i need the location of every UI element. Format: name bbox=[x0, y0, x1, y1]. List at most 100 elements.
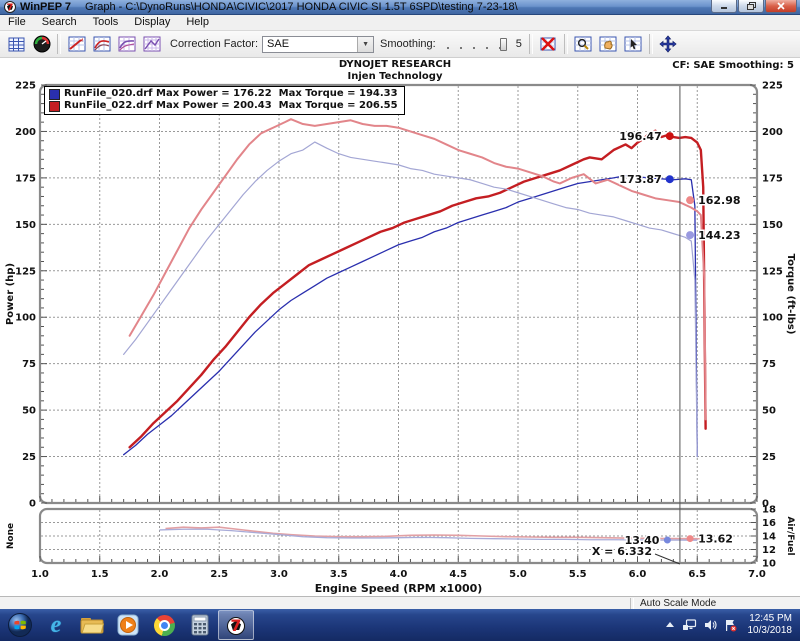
taskbar-chrome[interactable] bbox=[146, 610, 182, 640]
graph-power-icon bbox=[68, 36, 86, 52]
zoom-graph-icon bbox=[574, 36, 592, 52]
toolbar: Correction Factor: SAE ▼ Smoothing: 5 bbox=[0, 31, 800, 58]
network-icon[interactable] bbox=[682, 619, 697, 631]
close-button[interactable] bbox=[765, 0, 797, 13]
clear-graph-button[interactable] bbox=[536, 32, 561, 56]
pan-graph-button[interactable] bbox=[596, 32, 621, 56]
marker-label: 144.23 bbox=[698, 229, 740, 242]
torque-tick-label: 100 bbox=[762, 313, 783, 324]
dyno-chart-svg: 196.47173.87162.98144.2313.4013.62X = 6.… bbox=[0, 58, 800, 596]
power-tick-label: 75 bbox=[22, 359, 36, 370]
smoothing-label: Smoothing: bbox=[380, 38, 436, 50]
rpm-tick-label: 3.5 bbox=[330, 569, 348, 580]
taskbar-calculator[interactable] bbox=[182, 610, 218, 640]
tray-expand-icon[interactable] bbox=[665, 621, 675, 629]
correction-factor-select[interactable]: SAE ▼ bbox=[262, 36, 374, 53]
start-button[interactable] bbox=[2, 610, 38, 640]
taskbar-clock[interactable]: 12:45 PM 10/3/2018 bbox=[744, 613, 793, 637]
rpm-tick-label: 7.0 bbox=[748, 569, 766, 580]
menu-bar: File Search Tools Display Help bbox=[0, 15, 800, 31]
graph-multi-button[interactable] bbox=[139, 32, 164, 56]
none-axis-title: None bbox=[6, 523, 16, 549]
torque-tick-label: 225 bbox=[762, 81, 783, 92]
af-tick-label: 14 bbox=[762, 532, 776, 543]
move-axes-button[interactable] bbox=[656, 32, 681, 56]
toolbar-separator bbox=[564, 34, 568, 54]
menu-help[interactable]: Help bbox=[178, 15, 217, 30]
power-tick-label: 50 bbox=[22, 406, 36, 417]
torque-tick-label: 200 bbox=[762, 127, 783, 138]
af-tick-label: 10 bbox=[762, 559, 776, 570]
action-center-flag-icon[interactable] bbox=[724, 619, 737, 632]
legend-box: RunFile_020.drf Max Power = 176.22 Max T… bbox=[44, 86, 405, 115]
graph-overlay-button[interactable] bbox=[89, 32, 114, 56]
menu-search[interactable]: Search bbox=[34, 15, 85, 30]
windows-start-icon bbox=[7, 612, 33, 638]
power-tick-label: 225 bbox=[15, 81, 36, 92]
select-graph-icon bbox=[624, 36, 642, 52]
power-tick-label: 100 bbox=[15, 313, 36, 324]
winpep-taskbar-icon: 7 bbox=[225, 614, 247, 636]
power-tick-label: 200 bbox=[15, 127, 36, 138]
folder-icon bbox=[80, 615, 104, 635]
marker-dot bbox=[687, 535, 694, 542]
status-bar: Auto Scale Mode bbox=[0, 596, 800, 609]
graph-power-button[interactable] bbox=[64, 32, 89, 56]
af-axis-title: Air/Fuel bbox=[785, 516, 795, 555]
clear-graph-icon bbox=[539, 36, 557, 52]
rpm-tick-label: 6.5 bbox=[688, 569, 706, 580]
select-graph-button[interactable] bbox=[621, 32, 646, 56]
marker-label: 173.87 bbox=[619, 173, 661, 186]
marker-label: 13.62 bbox=[698, 533, 733, 546]
toolbar-separator bbox=[529, 34, 533, 54]
legend-swatch-run020 bbox=[49, 89, 60, 100]
window-titlebar: 7 WinPEP 7 Graph - C:\DynoRuns\HONDA\CIV… bbox=[0, 0, 800, 15]
smoothing-slider[interactable] bbox=[443, 36, 509, 52]
status-mode: Auto Scale Mode bbox=[640, 598, 800, 609]
marker-dot bbox=[664, 537, 671, 544]
status-separator bbox=[630, 598, 634, 609]
marker-dot bbox=[666, 175, 674, 183]
power-axis-title: Power (hp) bbox=[5, 263, 16, 325]
rpm-tick-label: 6.0 bbox=[629, 569, 647, 580]
legend-entry-run020: RunFile_020.drf Max Power = 176.22 Max T… bbox=[49, 88, 398, 100]
internet-explorer-icon: e bbox=[51, 614, 62, 636]
rpm-tick-label: 4.0 bbox=[390, 569, 408, 580]
chrome-icon bbox=[154, 615, 175, 636]
graph-compare-button[interactable] bbox=[114, 32, 139, 56]
taskbar-winpep-active[interactable]: 7 bbox=[218, 610, 254, 640]
dropdown-arrow-icon[interactable]: ▼ bbox=[357, 37, 373, 52]
taskbar-media-player[interactable] bbox=[110, 610, 146, 640]
toolbar-separator bbox=[57, 34, 61, 54]
minimize-button[interactable] bbox=[711, 0, 737, 13]
volume-icon[interactable] bbox=[704, 619, 717, 631]
torque-tick-label: 125 bbox=[762, 266, 783, 277]
torque-tick-label: 175 bbox=[762, 173, 783, 184]
maximize-button[interactable] bbox=[738, 0, 764, 13]
legend-swatch-run022 bbox=[49, 101, 60, 112]
rpm-tick-label: 5.0 bbox=[509, 569, 527, 580]
correction-factor-label: Correction Factor: bbox=[170, 38, 258, 50]
torque-tick-label: 25 bbox=[762, 452, 776, 463]
rpm-axis-title: Engine Speed (RPM x1000) bbox=[315, 582, 483, 595]
rpm-tick-label: 5.5 bbox=[569, 569, 587, 580]
marker-dot bbox=[686, 196, 694, 204]
gauges-button[interactable] bbox=[29, 32, 54, 56]
runs-table-button[interactable] bbox=[4, 32, 29, 56]
taskbar-file-explorer[interactable] bbox=[74, 610, 110, 640]
zoom-graph-button[interactable] bbox=[571, 32, 596, 56]
close-icon bbox=[777, 2, 785, 10]
graph-multi-icon bbox=[143, 36, 161, 52]
marker-dot bbox=[686, 231, 694, 239]
smoothing-value: 5 bbox=[516, 38, 522, 50]
menu-file[interactable]: File bbox=[0, 15, 34, 30]
menu-display[interactable]: Display bbox=[126, 15, 178, 30]
clock-time: 12:45 PM bbox=[749, 613, 792, 625]
slider-thumb[interactable] bbox=[500, 38, 507, 51]
rpm-tick-label: 2.5 bbox=[210, 569, 228, 580]
af-tick-label: 12 bbox=[762, 545, 776, 556]
taskbar-internet-explorer[interactable]: e bbox=[38, 610, 74, 640]
move-axes-icon bbox=[659, 35, 677, 53]
menu-tools[interactable]: Tools bbox=[85, 15, 127, 30]
winpep-app-icon: 7 bbox=[4, 1, 16, 13]
